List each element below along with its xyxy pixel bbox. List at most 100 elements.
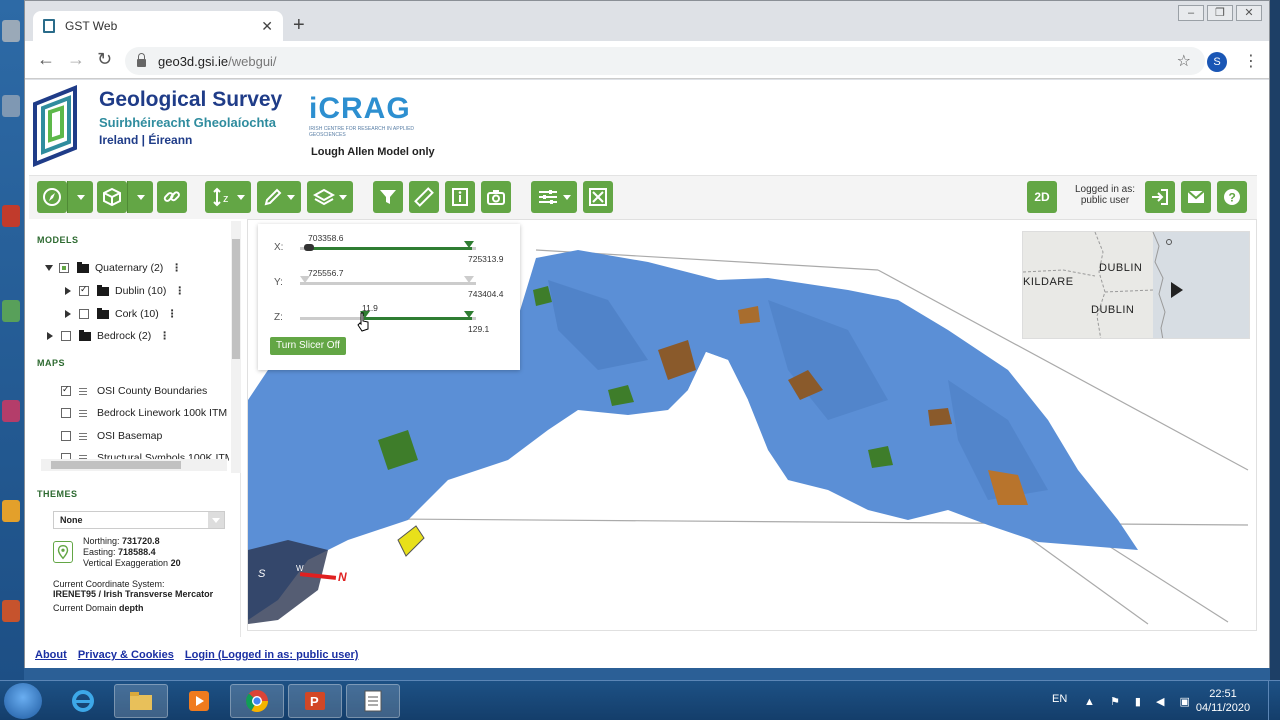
info-icon	[452, 188, 468, 206]
show-desktop-button[interactable]	[1268, 681, 1280, 720]
view-cube-button[interactable]	[97, 181, 127, 213]
overview-minimap[interactable]: KILDARE DUBLIN DUBLIN	[1022, 231, 1250, 339]
taskbar-powerpoint[interactable]: P	[288, 684, 342, 718]
taskbar-file-explorer[interactable]	[114, 684, 168, 718]
new-tab-button[interactable]: +	[293, 15, 305, 35]
envelope-icon	[1187, 190, 1205, 203]
back-button[interactable]: ←	[37, 50, 55, 68]
slicer-z-max-handle[interactable]	[464, 311, 474, 318]
navigate-dropdown[interactable]	[67, 181, 93, 213]
slicer-y-max-handle[interactable]	[464, 276, 474, 283]
slicer-x-max-handle[interactable]	[464, 241, 474, 248]
expand-arrow-icon[interactable]	[65, 287, 71, 295]
slicer-z-track[interactable]	[300, 317, 476, 320]
browser-tab[interactable]: GST Web ✕	[33, 11, 283, 41]
more-options-icon[interactable]: ⋮	[167, 308, 178, 320]
login-link[interactable]: Login (Logged in as: public user)	[185, 649, 359, 661]
taskbar-internet-explorer[interactable]	[56, 684, 110, 718]
model-checkbox[interactable]	[79, 284, 89, 296]
vertical-exaggeration-button[interactable]: z	[205, 181, 251, 213]
more-options-icon[interactable]: ⋮	[159, 330, 170, 342]
reload-button[interactable]: ↻	[97, 50, 112, 68]
model-row-bedrock[interactable]: Bedrock (2) ⋮	[47, 327, 170, 345]
map-checkbox[interactable]	[61, 408, 71, 418]
desktop-icon[interactable]	[2, 205, 22, 229]
navigate-button[interactable]	[37, 181, 67, 213]
expand-arrow-icon[interactable]	[47, 332, 53, 340]
slicer-y-min-handle[interactable]	[300, 276, 310, 283]
model-checkbox[interactable]	[61, 331, 71, 341]
taskbar-media-player[interactable]	[172, 684, 226, 718]
privacy-link[interactable]: Privacy & Cookies	[78, 649, 174, 661]
drag-handle-icon[interactable]	[79, 432, 87, 440]
filter-button[interactable]	[373, 181, 403, 213]
map-checkbox[interactable]	[61, 384, 71, 396]
draw-tool-button[interactable]	[257, 181, 301, 213]
model-row-dublin[interactable]: Dublin (10) ⋮	[65, 282, 185, 300]
bookmark-star-icon[interactable]: ☆	[1177, 51, 1191, 71]
minimap-label: KILDARE	[1023, 276, 1074, 288]
language-indicator[interactable]: EN	[1052, 693, 1067, 705]
expand-arrow-icon[interactable]	[45, 265, 53, 271]
3d-viewer-canvas[interactable]: S W N X: 703358.6 725313.9 Y: 725556.7 7…	[247, 219, 1257, 631]
slicer-x-min-handle[interactable]	[304, 244, 314, 251]
horizontal-scrollbar[interactable]	[41, 459, 227, 471]
measure-button[interactable]	[409, 181, 439, 213]
model-label: Quaternary (2)	[95, 262, 164, 274]
login-button[interactable]	[1145, 181, 1175, 213]
taskbar-chrome[interactable]	[230, 684, 284, 718]
slicer-x-track[interactable]	[300, 247, 476, 250]
tray-icons[interactable]: ▲ ⚑ ▮ ◀ ▣	[1084, 695, 1196, 708]
help-button[interactable]: ?	[1217, 181, 1247, 213]
drag-handle-icon[interactable]	[79, 387, 87, 395]
desktop-icon[interactable]	[2, 20, 22, 44]
start-button[interactable]	[4, 683, 42, 719]
settings-sliders-button[interactable]	[531, 181, 577, 213]
more-options-icon[interactable]: ⋮	[171, 262, 182, 274]
desktop-icon[interactable]	[2, 95, 22, 119]
model-row-cork[interactable]: Cork (10) ⋮	[65, 305, 177, 323]
link-button[interactable]	[157, 181, 187, 213]
map-row[interactable]: Bedrock Linework 100k ITM	[61, 404, 227, 422]
chrome-icon	[246, 690, 268, 712]
chevron-down-icon[interactable]	[208, 512, 224, 528]
taskbar-document[interactable]	[346, 684, 400, 718]
maximize-button[interactable]: ❐	[1207, 5, 1233, 21]
map-checkbox[interactable]	[61, 431, 71, 441]
mode-2d-button[interactable]: 2D	[1027, 181, 1057, 213]
vertical-scrollbar[interactable]	[231, 221, 241, 473]
themes-select[interactable]: None	[53, 511, 225, 529]
drag-handle-icon[interactable]	[79, 409, 87, 417]
fullscreen-button[interactable]	[583, 181, 613, 213]
about-link[interactable]: About	[35, 649, 67, 661]
desktop-icon[interactable]	[2, 500, 22, 524]
model-checkbox[interactable]	[59, 263, 69, 273]
slicer-y-track[interactable]	[300, 282, 476, 285]
desktop-icon[interactable]	[2, 300, 22, 324]
more-options-icon[interactable]: ⋮	[174, 285, 185, 297]
forward-button[interactable]: →	[67, 50, 85, 68]
desktop-icon[interactable]	[2, 600, 22, 624]
url-input[interactable]: geo3d.gsi.ie/webgui/ ☆	[125, 47, 1205, 75]
expand-arrow-icon[interactable]	[65, 310, 71, 318]
compass-north-label: N	[338, 570, 347, 584]
info-button[interactable]	[445, 181, 475, 213]
folder-icon	[130, 692, 152, 710]
model-row-quaternary[interactable]: Quaternary (2) ⋮	[45, 259, 182, 277]
profile-avatar[interactable]: S	[1207, 52, 1227, 72]
browser-menu-icon[interactable]: ⋮	[1243, 51, 1259, 71]
screenshot-button[interactable]	[481, 181, 511, 213]
map-row[interactable]: OSI Basemap	[61, 427, 162, 445]
model-checkbox[interactable]	[79, 309, 89, 319]
desktop-icon[interactable]	[2, 400, 22, 424]
map-row[interactable]: OSI County Boundaries	[61, 382, 207, 400]
minimize-button[interactable]: –	[1178, 5, 1204, 21]
view-dropdown[interactable]	[127, 181, 153, 213]
close-tab-icon[interactable]: ✕	[261, 18, 273, 35]
contact-button[interactable]	[1181, 181, 1211, 213]
fullscreen-icon	[589, 188, 607, 206]
close-window-button[interactable]: ✕	[1236, 5, 1262, 21]
layers-button[interactable]	[307, 181, 353, 213]
system-clock[interactable]: 22:51 04/11/2020	[1188, 687, 1258, 715]
turn-slicer-off-button[interactable]: Turn Slicer Off	[270, 337, 346, 355]
